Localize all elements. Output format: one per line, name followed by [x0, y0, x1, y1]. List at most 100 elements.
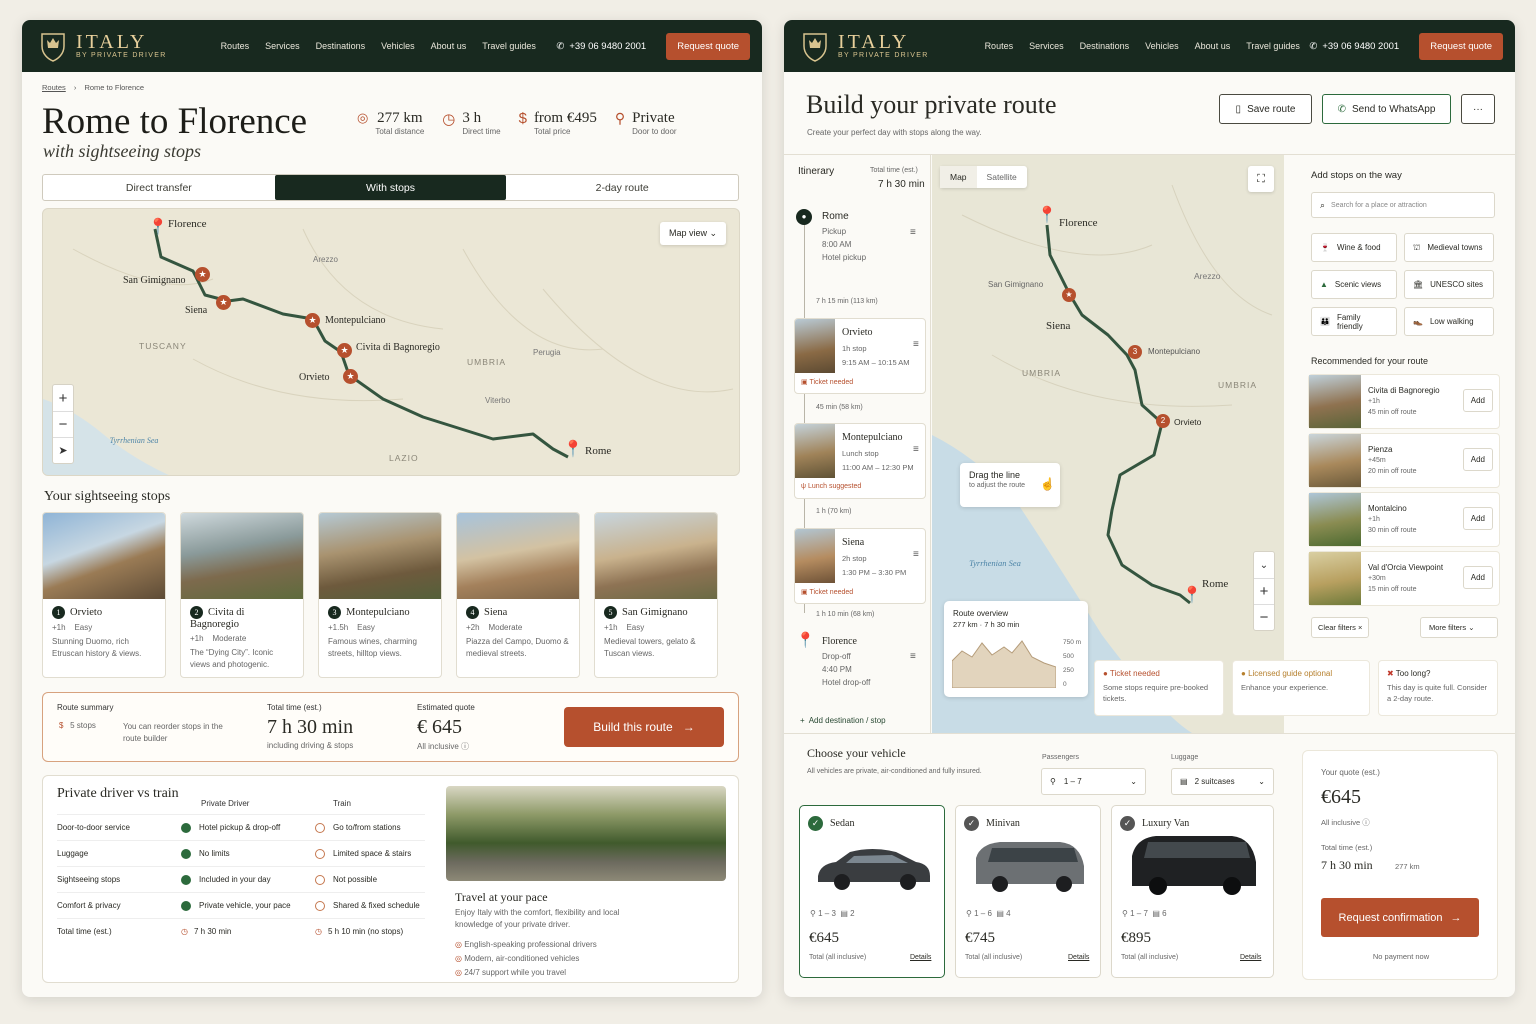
stop-card[interactable]: 3 Montepulciano +1.5h Easy Famous wines, …	[318, 512, 442, 678]
nav-about[interactable]: About us	[431, 41, 467, 51]
vehicle-card-minivan[interactable]: ✓ Minivan ⚲ 1 – 6 ▤ 4 €745 Total (all in…	[955, 805, 1101, 978]
luggage-select[interactable]: ▤ 2 suitcases ⌄	[1171, 768, 1274, 795]
chip-family[interactable]: 👪 Family friendly	[1311, 307, 1397, 336]
brand-logo[interactable]: ITALY BY PRIVATE DRIVER	[40, 30, 167, 62]
table-row: Total time (est.) ◷ 7 h 30 min ◷ 5 h 10 min …	[57, 918, 425, 944]
breadcrumb-separator-icon: ›	[73, 83, 77, 92]
itinerary-stop-card[interactable]: Orvieto 1h stop 9:15 AM – 10:15 AM ≡ ▣ Ti…	[794, 318, 926, 394]
add-destination-link[interactable]: + Add destination / stop	[800, 716, 886, 725]
locate-icon[interactable]: ➤	[53, 437, 73, 463]
request-quote-button[interactable]: Request quote	[1419, 32, 1503, 60]
request-confirmation-button[interactable]: Request confirmation →	[1321, 898, 1479, 937]
fullscreen-icon[interactable]: ⛶	[1248, 166, 1274, 192]
save-route-button[interactable]: ▯ Save route	[1219, 94, 1312, 124]
add-button[interactable]: Add	[1462, 448, 1493, 471]
bullet-icon: ◎	[455, 954, 462, 963]
nav-guides[interactable]: Travel guides	[1246, 41, 1300, 51]
zoom-in-button[interactable]: +	[53, 385, 73, 411]
more-options-button[interactable]: ···	[1461, 94, 1495, 124]
check-icon	[181, 874, 191, 885]
request-quote-button[interactable]: Request quote	[666, 32, 750, 60]
whatsapp-button[interactable]: ✆ Send to WhatsApp	[1322, 94, 1451, 124]
passengers-select[interactable]: ⚲ 1 – 7 ⌄	[1041, 768, 1146, 795]
brand-logo[interactable]: ITALY BY PRIVATE DRIVER	[802, 30, 929, 62]
leg-duration: 7 h 15 min (113 km)	[816, 298, 878, 305]
person-icon: ⚲	[966, 909, 972, 918]
rome-pin-icon[interactable]: 📍	[1182, 585, 1202, 605]
clear-filters-button[interactable]: Clear filters ×	[1311, 617, 1370, 638]
build-route-button[interactable]: Build this route →	[564, 707, 724, 747]
drag-handle-icon[interactable]: ≡	[913, 339, 919, 350]
vehicle-card-sedan[interactable]: ✓ Sedan ⚲ 1 – 3 ▤ 2 €645 Total (all incl…	[799, 805, 945, 978]
stop-marker-icon[interactable]: ★	[195, 267, 210, 282]
stop-marker-icon[interactable]: ★	[1062, 288, 1076, 302]
stop-marker-icon[interactable]: ★	[305, 313, 320, 328]
drag-handle-icon[interactable]: ≡	[910, 227, 916, 238]
stop-marker-icon[interactable]: 2	[1156, 414, 1170, 428]
itinerary-stop-card[interactable]: Siena 2h stop 1:30 PM – 3:30 PM ≡ ▣ Ticke…	[794, 528, 926, 604]
chip-scenic-views[interactable]: ▲ Scenic views	[1311, 270, 1397, 299]
info-icon[interactable]: ⓘ	[461, 742, 469, 751]
stop-card[interactable]: 1 Orvieto +1h Easy Stunning Duomo, rich E…	[42, 512, 166, 678]
drag-handle-icon[interactable]: ≡	[913, 444, 919, 455]
chip-wine-food[interactable]: 🍷 Wine & food	[1311, 233, 1397, 262]
person-icon: ⚲	[810, 909, 816, 918]
cross-icon	[315, 874, 325, 885]
more-filters-dropdown[interactable]: More filters ⌄	[1420, 617, 1498, 638]
route-map[interactable]: 📍 Florence San Gimignano ★ ★ Siena ★ Mon…	[42, 208, 740, 476]
chevron-down-icon: ⌄	[1258, 777, 1265, 786]
phone-link[interactable]: ✆ +39 06 9480 2001	[556, 41, 646, 52]
nav-services[interactable]: Services	[265, 41, 300, 51]
stop-card[interactable]: 4 Siena +2h Moderate Piazza del Campo, Du…	[456, 512, 580, 678]
tab-map[interactable]: Map	[940, 166, 977, 188]
rome-pin-icon[interactable]: 📍	[563, 439, 583, 459]
builder-map[interactable]: Map Satellite ⛶ 📍 Florence San Gimignano…	[932, 155, 1284, 733]
details-link[interactable]: Details	[910, 954, 931, 961]
nav-destinations[interactable]: Destinations	[1080, 41, 1130, 51]
chevron-down-icon[interactable]: ⌄	[1254, 552, 1274, 578]
phone-link[interactable]: ✆ +39 06 9480 2001	[1309, 41, 1399, 52]
chip-medieval-towns[interactable]: ⛫ Medieval towns	[1404, 233, 1494, 262]
drag-handle-icon[interactable]: ≡	[913, 549, 919, 560]
itinerary-stop-card[interactable]: Montepulciano Lunch stop 11:00 AM – 12:30…	[794, 423, 926, 499]
vehicle-card-luxury-van[interactable]: ✓ Luxury Van ⚲ 1 – 7 ▤ 6 €895 Total (all…	[1111, 805, 1274, 978]
stop-marker-icon[interactable]: ★	[216, 295, 231, 310]
zoom-out-button[interactable]: −	[1254, 604, 1274, 630]
nav-routes[interactable]: Routes	[221, 41, 250, 51]
stop-marker-icon[interactable]: 3	[1128, 345, 1142, 359]
stops-list: 1 Orvieto +1h Easy Stunning Duomo, rich E…	[42, 512, 718, 678]
chip-low-walking[interactable]: 👞 Low walking	[1404, 307, 1494, 336]
florence-pin-icon[interactable]: 📍	[1037, 205, 1057, 225]
nav-services[interactable]: Services	[1029, 41, 1064, 51]
chip-unesco[interactable]: 🏛 UNESCO sites	[1404, 270, 1494, 299]
nav-about[interactable]: About us	[1195, 41, 1231, 51]
add-button[interactable]: Add	[1462, 507, 1493, 530]
breadcrumb-routes[interactable]: Routes	[42, 83, 66, 92]
stop-card[interactable]: 2 Civita di Bagnoregio +1h Moderate The “…	[180, 512, 304, 678]
zoom-out-button[interactable]: −	[53, 411, 73, 437]
details-link[interactable]: Details	[1240, 954, 1261, 961]
stop-marker-icon[interactable]: ★	[343, 369, 358, 384]
map-view-dropdown[interactable]: Map view ⌄	[660, 222, 727, 245]
nav-destinations[interactable]: Destinations	[316, 41, 366, 51]
search-input[interactable]: ⌕ Search for a place or attraction	[1311, 192, 1495, 218]
stop-card[interactable]: 5 San Gimignano +1h Easy Medieval towers,…	[594, 512, 718, 678]
add-button[interactable]: Add	[1462, 566, 1493, 589]
info-icon[interactable]: ⓘ	[1362, 818, 1370, 827]
tab-direct-transfer[interactable]: Direct transfer	[43, 175, 275, 200]
add-button[interactable]: Add	[1462, 389, 1493, 412]
tab-2-day-route[interactable]: 2-day route	[506, 175, 738, 200]
add-stops-panel: Add stops on the way ⌕ Search for a place…	[1296, 155, 1515, 655]
stop-marker-icon[interactable]: ★	[337, 343, 352, 358]
drag-handle-icon[interactable]: ≡	[910, 651, 916, 662]
nav-vehicles[interactable]: Vehicles	[381, 41, 415, 51]
nav-vehicles[interactable]: Vehicles	[1145, 41, 1179, 51]
tab-with-stops[interactable]: With stops	[274, 175, 507, 200]
nav-routes[interactable]: Routes	[985, 41, 1014, 51]
radio-icon: ✓	[964, 816, 979, 831]
zoom-in-button[interactable]: +	[1254, 578, 1274, 604]
details-link[interactable]: Details	[1068, 954, 1089, 961]
tab-satellite[interactable]: Satellite	[977, 166, 1027, 188]
florence-pin-icon[interactable]: 📍	[148, 217, 168, 237]
nav-guides[interactable]: Travel guides	[482, 41, 536, 51]
